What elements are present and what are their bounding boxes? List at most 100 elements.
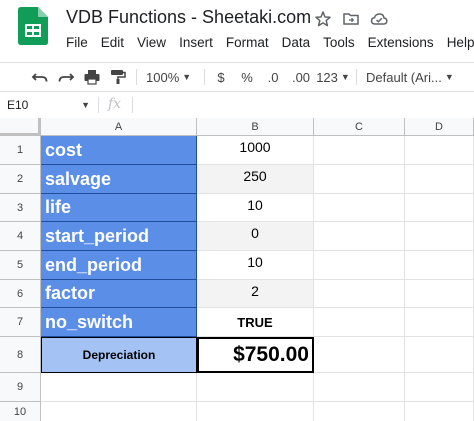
cell-a3[interactable]: life	[41, 194, 197, 222]
select-all-corner[interactable]	[0, 118, 41, 136]
menu-insert[interactable]: Insert	[179, 35, 213, 50]
cell-d8[interactable]	[405, 337, 474, 373]
percent-format-button[interactable]: %	[238, 67, 256, 87]
row-header-10[interactable]: 10	[0, 402, 41, 421]
cell-c9[interactable]	[314, 373, 405, 402]
name-box-value: E10	[7, 98, 29, 112]
row-header-1[interactable]: 1	[0, 136, 41, 165]
toolbar-divider	[356, 69, 357, 85]
cell-a6[interactable]: factor	[41, 280, 197, 308]
cell-b4[interactable]: 0	[197, 222, 314, 251]
formula-bar: E10 ▼ fx	[0, 92, 474, 119]
cell-c6[interactable]	[314, 280, 405, 308]
cell-a1[interactable]: cost	[41, 136, 197, 165]
cell-b5[interactable]: 10	[197, 251, 314, 280]
cell-c2[interactable]	[314, 165, 405, 194]
menu-tools[interactable]: Tools	[323, 35, 355, 50]
row-header-9[interactable]: 9	[0, 373, 41, 402]
sheets-logo-icon[interactable]	[18, 7, 48, 45]
row-header-6[interactable]: 6	[0, 280, 41, 308]
cell-d4[interactable]	[405, 222, 474, 251]
cell-d3[interactable]	[405, 194, 474, 222]
menu-help[interactable]: Help	[447, 35, 474, 50]
cell-d6[interactable]	[405, 280, 474, 308]
cell-d5[interactable]	[405, 251, 474, 280]
move-to-folder-icon[interactable]	[342, 10, 360, 28]
cell-b9[interactable]	[197, 373, 314, 402]
menu-view[interactable]: View	[137, 35, 166, 50]
row-header-2[interactable]: 2	[0, 165, 41, 194]
redo-icon[interactable]	[56, 67, 76, 87]
menu-format[interactable]: Format	[226, 35, 269, 50]
toolbar: 100% ▼ $ % .0 .00 123 ▼ Default (Ari... ▼	[0, 62, 474, 92]
column-header-b[interactable]: B	[197, 118, 314, 136]
cell-a5[interactable]: end_period	[41, 251, 197, 280]
increase-decimal-button[interactable]: .00	[288, 67, 314, 87]
cell-a10[interactable]	[41, 402, 197, 421]
cell-b1[interactable]: 1000	[197, 136, 314, 165]
chevron-down-icon: ▼	[444, 72, 454, 82]
cell-d1[interactable]	[405, 136, 474, 165]
cell-c4[interactable]	[314, 222, 405, 251]
currency-format-button[interactable]: $	[212, 67, 230, 87]
menu-file[interactable]: File	[66, 35, 88, 50]
cell-d2[interactable]	[405, 165, 474, 194]
star-icon[interactable]	[314, 10, 332, 28]
paint-format-icon[interactable]	[108, 67, 128, 87]
cell-b2[interactable]: 250	[197, 165, 314, 194]
cell-c8[interactable]	[314, 337, 405, 373]
menu-edit[interactable]: Edit	[101, 35, 124, 50]
row-header-8[interactable]: 8	[0, 337, 41, 373]
cell-b7[interactable]: TRUE	[197, 308, 314, 337]
menu-bar: File Edit View Insert Format Data Tools Extensi…	[66, 35, 474, 55]
column-header-a[interactable]: A	[41, 118, 197, 136]
column-header-d[interactable]: D	[405, 118, 474, 136]
name-box[interactable]: E10 ▼	[4, 96, 94, 114]
row-header-4[interactable]: 4	[0, 222, 41, 251]
cell-b6[interactable]: 2	[197, 280, 314, 308]
decrease-decimal-button[interactable]: .0	[262, 67, 284, 87]
cell-b10[interactable]	[197, 402, 314, 421]
chevron-down-icon: ▼	[81, 100, 90, 110]
title-bar: VDB Functions - Sheetaki.com File Edit Vie…	[0, 0, 474, 58]
cell-b3[interactable]: 10	[197, 194, 314, 222]
cell-d7[interactable]	[405, 308, 474, 337]
number-format-label: 123	[316, 69, 338, 85]
undo-icon[interactable]	[30, 67, 50, 87]
zoom-value: 100%	[146, 69, 180, 85]
cloud-status-icon[interactable]	[370, 10, 388, 28]
cell-b8[interactable]: $750.00	[197, 337, 314, 373]
font-family-select[interactable]: Default (Ari... ▼	[366, 67, 468, 87]
toolbar-divider	[136, 69, 137, 85]
row-header-7[interactable]: 7	[0, 308, 41, 337]
formula-input[interactable]	[140, 97, 470, 113]
cell-d10[interactable]	[405, 402, 474, 421]
spreadsheet-grid: A B C D 1 2 3 4 5 6 7 8 9 10 cost salvag…	[0, 118, 474, 421]
formula-bar-divider	[132, 97, 133, 113]
cell-c5[interactable]	[314, 251, 405, 280]
toolbar-divider	[204, 69, 205, 85]
column-header-c[interactable]: C	[314, 118, 405, 136]
cell-c3[interactable]	[314, 194, 405, 222]
document-title[interactable]: VDB Functions - Sheetaki.com	[66, 7, 311, 28]
row-header-3[interactable]: 3	[0, 194, 41, 222]
cell-c1[interactable]	[314, 136, 405, 165]
print-icon[interactable]	[82, 67, 102, 87]
chevron-down-icon: ▼	[340, 72, 350, 82]
cell-d9[interactable]	[405, 373, 474, 402]
cell-a2[interactable]: salvage	[41, 165, 197, 194]
cell-c7[interactable]	[314, 308, 405, 337]
menu-extensions[interactable]: Extensions	[368, 35, 434, 50]
cell-a4[interactable]: start_period	[41, 222, 197, 251]
cell-a9[interactable]	[41, 373, 197, 402]
chevron-down-icon: ▼	[182, 72, 192, 82]
menu-data[interactable]: Data	[282, 35, 311, 50]
font-family-value: Default (Ari...	[366, 69, 442, 85]
more-formats-button[interactable]: 123 ▼	[316, 67, 350, 87]
fx-icon: fx	[108, 96, 122, 112]
cell-a8[interactable]: Depreciation	[41, 337, 197, 373]
cell-c10[interactable]	[314, 402, 405, 421]
cell-a7[interactable]: no_switch	[41, 308, 197, 337]
zoom-select[interactable]: 100% ▼	[146, 67, 196, 87]
row-header-5[interactable]: 5	[0, 251, 41, 280]
